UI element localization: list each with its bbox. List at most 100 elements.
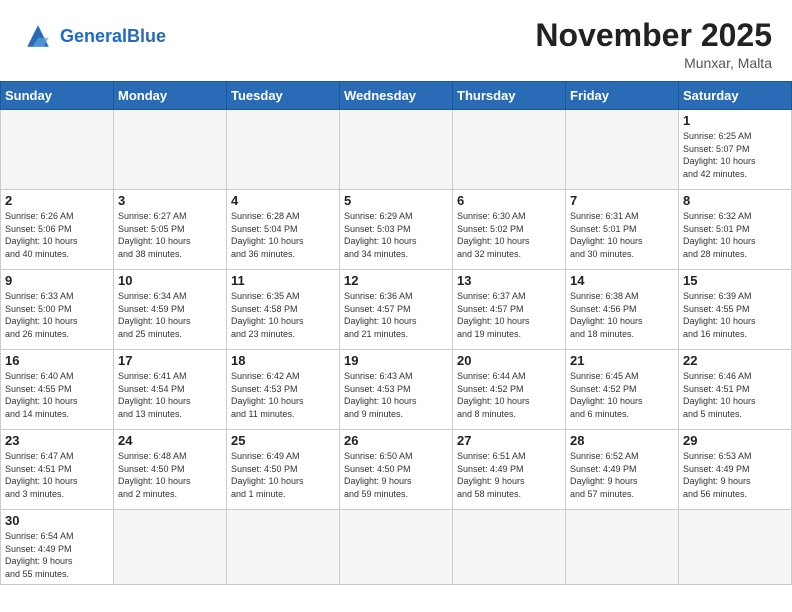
day-number: 6 xyxy=(457,193,561,208)
calendar-cell: 1Sunrise: 6:25 AM Sunset: 5:07 PM Daylig… xyxy=(679,110,792,190)
day-info: Sunrise: 6:34 AM Sunset: 4:59 PM Dayligh… xyxy=(118,290,222,340)
day-info: Sunrise: 6:28 AM Sunset: 5:04 PM Dayligh… xyxy=(231,210,335,260)
day-info: Sunrise: 6:27 AM Sunset: 5:05 PM Dayligh… xyxy=(118,210,222,260)
logo: GeneralBlue xyxy=(20,18,166,54)
day-info: Sunrise: 6:52 AM Sunset: 4:49 PM Dayligh… xyxy=(570,450,674,500)
day-info: Sunrise: 6:38 AM Sunset: 4:56 PM Dayligh… xyxy=(570,290,674,340)
day-number: 20 xyxy=(457,353,561,368)
day-info: Sunrise: 6:47 AM Sunset: 4:51 PM Dayligh… xyxy=(5,450,109,500)
day-number: 29 xyxy=(683,433,787,448)
calendar-cell: 18 Sunrise: 6:42 AM Sunset: 4:53 PM Dayli… xyxy=(227,350,340,430)
day-info: Sunrise: 6:31 AM Sunset: 5:01 PM Dayligh… xyxy=(570,210,674,260)
calendar-week-4: 16Sunrise: 6:40 AM Sunset: 4:55 PM Dayli… xyxy=(1,350,792,430)
calendar-cell: 15Sunrise: 6:39 AM Sunset: 4:55 PM Dayli… xyxy=(679,270,792,350)
calendar-week-1: 1Sunrise: 6:25 AM Sunset: 5:07 PM Daylig… xyxy=(1,110,792,190)
day-info: Sunrise: 6:49 AM Sunset: 4:50 PM Dayligh… xyxy=(231,450,335,500)
day-number: 21 xyxy=(570,353,674,368)
day-number: 17 xyxy=(118,353,222,368)
page: GeneralBlue November 2025 Munxar, Malta … xyxy=(0,0,792,585)
calendar-header-row: SundayMondayTuesdayWednesdayThursdayFrid… xyxy=(1,82,792,110)
calendar-week-3: 9 Sunrise: 6:33 AM Sunset: 5:00 PM Daylig… xyxy=(1,270,792,350)
calendar-cell: 6 Sunrise: 6:30 AM Sunset: 5:02 PM Daylig… xyxy=(453,190,566,270)
location: Munxar, Malta xyxy=(535,55,772,71)
calendar-cell xyxy=(453,110,566,190)
day-info: Sunrise: 6:37 AM Sunset: 4:57 PM Dayligh… xyxy=(457,290,561,340)
calendar-week-5: 23 Sunrise: 6:47 AM Sunset: 4:51 PM Dayli… xyxy=(1,430,792,510)
calendar-header-monday: Monday xyxy=(114,82,227,110)
calendar-cell xyxy=(453,510,566,584)
calendar-cell xyxy=(566,110,679,190)
day-info: Sunrise: 6:53 AM Sunset: 4:49 PM Dayligh… xyxy=(683,450,787,500)
day-number: 1 xyxy=(683,113,787,128)
day-number: 9 xyxy=(5,273,109,288)
calendar-cell xyxy=(679,510,792,584)
day-number: 2 xyxy=(5,193,109,208)
day-info: Sunrise: 6:32 AM Sunset: 5:01 PM Dayligh… xyxy=(683,210,787,260)
calendar-cell xyxy=(340,510,453,584)
calendar-cell: 9 Sunrise: 6:33 AM Sunset: 5:00 PM Daylig… xyxy=(1,270,114,350)
day-info: Sunrise: 6:46 AM Sunset: 4:51 PM Dayligh… xyxy=(683,370,787,420)
day-info: Sunrise: 6:30 AM Sunset: 5:02 PM Dayligh… xyxy=(457,210,561,260)
day-number: 8 xyxy=(683,193,787,208)
calendar-cell: 21 Sunrise: 6:45 AM Sunset: 4:52 PM Dayli… xyxy=(566,350,679,430)
calendar-cell xyxy=(227,110,340,190)
day-info: Sunrise: 6:36 AM Sunset: 4:57 PM Dayligh… xyxy=(344,290,448,340)
logo-blue: Blue xyxy=(127,26,166,46)
day-number: 13 xyxy=(457,273,561,288)
day-number: 14 xyxy=(570,273,674,288)
calendar-header-saturday: Saturday xyxy=(679,82,792,110)
day-info: Sunrise: 6:45 AM Sunset: 4:52 PM Dayligh… xyxy=(570,370,674,420)
calendar-cell: 13 Sunrise: 6:37 AM Sunset: 4:57 PM Dayli… xyxy=(453,270,566,350)
calendar-cell: 22 Sunrise: 6:46 AM Sunset: 4:51 PM Dayli… xyxy=(679,350,792,430)
calendar-cell: 17Sunrise: 6:41 AM Sunset: 4:54 PM Dayli… xyxy=(114,350,227,430)
day-number: 3 xyxy=(118,193,222,208)
calendar-cell: 10Sunrise: 6:34 AM Sunset: 4:59 PM Dayli… xyxy=(114,270,227,350)
calendar-week-2: 2 Sunrise: 6:26 AM Sunset: 5:06 PM Daylig… xyxy=(1,190,792,270)
day-number: 18 xyxy=(231,353,335,368)
day-number: 28 xyxy=(570,433,674,448)
calendar-cell: 14 Sunrise: 6:38 AM Sunset: 4:56 PM Dayli… xyxy=(566,270,679,350)
calendar-week-6: 30Sunrise: 6:54 AM Sunset: 4:49 PM Dayli… xyxy=(1,510,792,584)
day-number: 19 xyxy=(344,353,448,368)
calendar-cell xyxy=(114,110,227,190)
calendar-header-sunday: Sunday xyxy=(1,82,114,110)
calendar-header-tuesday: Tuesday xyxy=(227,82,340,110)
calendar-cell: 12Sunrise: 6:36 AM Sunset: 4:57 PM Dayli… xyxy=(340,270,453,350)
header: GeneralBlue November 2025 Munxar, Malta xyxy=(0,0,792,81)
day-number: 7 xyxy=(570,193,674,208)
day-info: Sunrise: 6:35 AM Sunset: 4:58 PM Dayligh… xyxy=(231,290,335,340)
day-info: Sunrise: 6:51 AM Sunset: 4:49 PM Dayligh… xyxy=(457,450,561,500)
day-number: 22 xyxy=(683,353,787,368)
calendar-header-thursday: Thursday xyxy=(453,82,566,110)
logo-text: GeneralBlue xyxy=(60,27,166,45)
calendar-header-wednesday: Wednesday xyxy=(340,82,453,110)
day-number: 25 xyxy=(231,433,335,448)
day-number: 5 xyxy=(344,193,448,208)
day-info: Sunrise: 6:43 AM Sunset: 4:53 PM Dayligh… xyxy=(344,370,448,420)
day-info: Sunrise: 6:33 AM Sunset: 5:00 PM Dayligh… xyxy=(5,290,109,340)
day-number: 26 xyxy=(344,433,448,448)
calendar-cell: 30Sunrise: 6:54 AM Sunset: 4:49 PM Dayli… xyxy=(1,510,114,584)
day-number: 16 xyxy=(5,353,109,368)
calendar-cell: 29 Sunrise: 6:53 AM Sunset: 4:49 PM Dayli… xyxy=(679,430,792,510)
day-info: Sunrise: 6:26 AM Sunset: 5:06 PM Dayligh… xyxy=(5,210,109,260)
calendar-cell xyxy=(1,110,114,190)
calendar-cell: 19 Sunrise: 6:43 AM Sunset: 4:53 PM Dayli… xyxy=(340,350,453,430)
day-info: Sunrise: 6:42 AM Sunset: 4:53 PM Dayligh… xyxy=(231,370,335,420)
day-number: 11 xyxy=(231,273,335,288)
day-number: 23 xyxy=(5,433,109,448)
calendar-cell: 4 Sunrise: 6:28 AM Sunset: 5:04 PM Daylig… xyxy=(227,190,340,270)
day-info: Sunrise: 6:44 AM Sunset: 4:52 PM Dayligh… xyxy=(457,370,561,420)
calendar-cell xyxy=(566,510,679,584)
calendar-cell xyxy=(114,510,227,584)
day-info: Sunrise: 6:39 AM Sunset: 4:55 PM Dayligh… xyxy=(683,290,787,340)
calendar-cell: 7 Sunrise: 6:31 AM Sunset: 5:01 PM Daylig… xyxy=(566,190,679,270)
logo-general: General xyxy=(60,26,127,46)
calendar-cell: 3 Sunrise: 6:27 AM Sunset: 5:05 PM Daylig… xyxy=(114,190,227,270)
calendar-cell: 24Sunrise: 6:48 AM Sunset: 4:50 PM Dayli… xyxy=(114,430,227,510)
calendar-cell: 25 Sunrise: 6:49 AM Sunset: 4:50 PM Dayli… xyxy=(227,430,340,510)
day-info: Sunrise: 6:48 AM Sunset: 4:50 PM Dayligh… xyxy=(118,450,222,500)
logo-icon xyxy=(20,18,56,54)
calendar-header-friday: Friday xyxy=(566,82,679,110)
day-number: 4 xyxy=(231,193,335,208)
